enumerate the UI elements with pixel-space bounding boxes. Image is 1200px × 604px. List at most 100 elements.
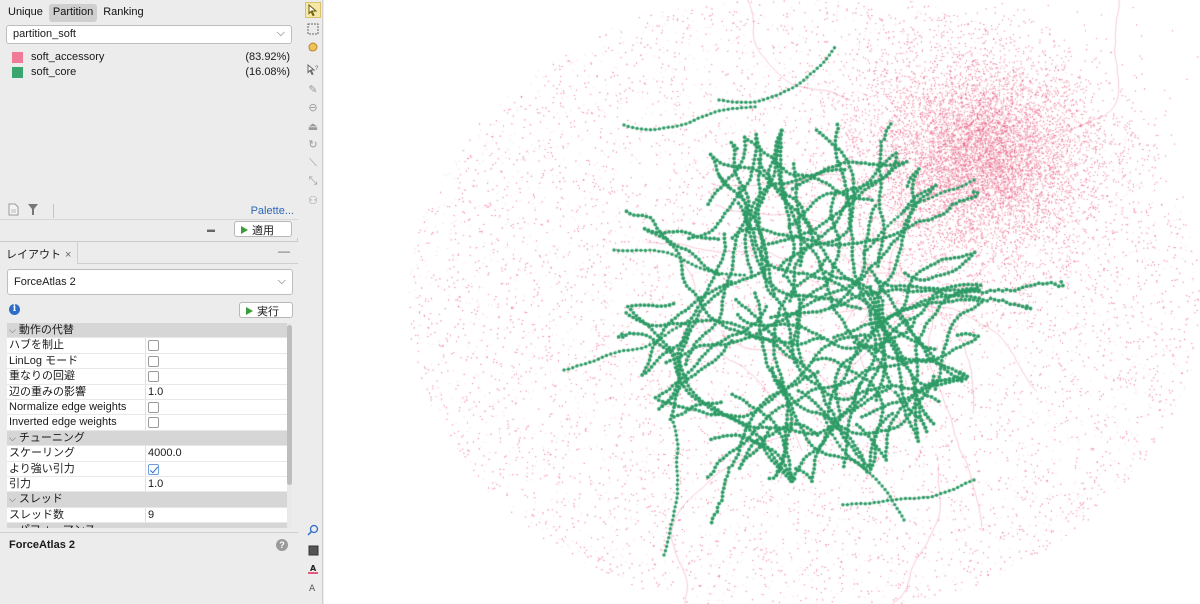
play-icon	[246, 306, 253, 315]
property-checkbox[interactable]	[148, 401, 159, 413]
play-icon	[241, 225, 248, 234]
appearance-tabs: Unique Partition Ranking	[4, 4, 148, 22]
graph-tools-toolbar: ? ✎ ⊖ ⏏ ↻ ⟍ ⤡ ⚇ A A	[303, 0, 323, 604]
graph-canvas-area[interactable]	[324, 0, 1200, 604]
apply-button-label: 適用	[252, 224, 274, 237]
legend-percent: (16.08%)	[245, 66, 290, 78]
edge-pencil-icon[interactable]: ⟍	[305, 155, 321, 171]
property-row: スケーリング 4000.0	[7, 446, 287, 462]
property-checkbox[interactable]	[148, 417, 159, 429]
zoom-fit-icon[interactable]	[305, 522, 321, 538]
property-value	[146, 462, 287, 476]
svg-text:A: A	[310, 564, 317, 573]
legend-item-soft-core[interactable]: soft_core (16.08%)	[6, 65, 292, 80]
close-icon[interactable]: ×	[65, 249, 71, 261]
description-title: ForceAtlas 2	[9, 539, 76, 551]
heat-map-icon[interactable]: ⚇	[305, 192, 321, 208]
color-swatch[interactable]	[12, 67, 23, 78]
partition-legend: soft_accessory (83.92%) soft_core (16.08…	[6, 50, 292, 80]
property-name: スケーリング	[7, 446, 146, 461]
appearance-panel: Unique Partition Ranking partition_soft …	[0, 0, 298, 238]
shortest-path-icon[interactable]: ⤡	[305, 173, 321, 189]
property-value-field[interactable]: 9	[146, 508, 287, 522]
property-name: 重なりの回避	[7, 369, 146, 384]
property-row: Normalize edge weights	[7, 399, 287, 416]
tab-layout[interactable]: レイアウト ×	[0, 242, 79, 264]
property-category[interactable]: ⌵ スレッド	[7, 492, 287, 508]
label-size-icon[interactable]: A	[305, 579, 321, 595]
tab-ranking[interactable]: Ranking	[99, 4, 147, 22]
property-name: Normalize edge weights	[7, 399, 146, 415]
chevron-down-icon: ⌵	[9, 494, 16, 505]
property-checkbox[interactable]	[148, 340, 159, 352]
chevron-down-icon: ⌵	[9, 525, 16, 528]
tab-unique[interactable]: Unique	[4, 4, 47, 22]
label-color-icon[interactable]: A	[305, 561, 321, 577]
palette-link[interactable]: Palette...	[251, 205, 294, 217]
legend-label: soft_core	[31, 66, 77, 78]
tab-partition[interactable]: Partition	[48, 4, 98, 22]
pencil-icon[interactable]: ✎	[305, 81, 321, 97]
property-row: Inverted edge weights	[7, 415, 287, 431]
chevron-down-icon: ⌵	[276, 27, 285, 39]
auto-apply-icon[interactable]: ▬	[207, 225, 215, 234]
property-category[interactable]: ⌵ 動作の代替	[7, 323, 287, 339]
property-value-field[interactable]: 1.0	[146, 477, 287, 491]
property-category-label: 動作の代替	[18, 324, 74, 336]
minimize-icon[interactable]: —	[278, 244, 290, 258]
appearance-bottom-tools	[8, 203, 54, 219]
property-row: 辺の重みの影響 1.0	[7, 384, 287, 400]
property-value	[146, 369, 287, 383]
legend-item-soft-accessory[interactable]: soft_accessory (83.92%)	[6, 50, 292, 65]
toolbar-divider	[53, 204, 54, 218]
property-row: 重なりの回避	[7, 369, 287, 385]
drag-hand-icon[interactable]	[305, 39, 321, 55]
chevron-down-icon: ⌵	[9, 432, 16, 443]
chevron-down-icon: ⌵	[9, 325, 16, 335]
partition-attribute-value: partition_soft	[13, 28, 76, 40]
document-icon[interactable]	[8, 203, 19, 219]
filter-icon[interactable]	[27, 203, 39, 219]
property-checkbox[interactable]	[148, 463, 159, 475]
run-button-label: 実行	[257, 305, 279, 318]
property-value	[146, 400, 287, 414]
svg-text:?: ?	[315, 66, 319, 72]
property-checkbox[interactable]	[148, 355, 159, 367]
layout-algorithm-select[interactable]: ForceAtlas 2 ⌵	[7, 269, 293, 295]
pointer-tool-icon[interactable]	[305, 2, 321, 18]
scrollbar-thumb[interactable]	[287, 325, 292, 485]
painter-icon[interactable]: ⊖	[305, 99, 321, 115]
select-neighbors-icon[interactable]: ?	[305, 62, 321, 78]
help-icon[interactable]: ?	[276, 539, 288, 551]
property-checkbox[interactable]	[148, 371, 159, 383]
color-swatch[interactable]	[12, 52, 23, 63]
layout-algorithm-value: ForceAtlas 2	[14, 276, 76, 288]
property-value-field[interactable]: 1.0	[146, 385, 287, 399]
property-name: 辺の重みの影響	[7, 384, 146, 399]
background-color-icon[interactable]	[305, 542, 321, 558]
properties-scrollbar[interactable]	[287, 323, 292, 528]
property-value	[146, 415, 287, 429]
svg-text:A: A	[309, 584, 316, 593]
partition-attribute-select[interactable]: partition_soft ⌵	[6, 25, 292, 44]
property-value-field[interactable]: 4000.0	[146, 446, 287, 460]
layout-tabbar: レイアウト × —	[0, 242, 298, 264]
property-name: Inverted edge weights	[7, 415, 146, 430]
apply-button[interactable]: 適用	[234, 221, 292, 237]
network-graph-canvas[interactable]	[324, 0, 1200, 604]
property-row: LinLog モード	[7, 353, 287, 370]
reset-icon[interactable]: ↻	[305, 136, 321, 152]
apply-row: ▬ 適用	[0, 219, 298, 238]
property-category-label: スレッド	[18, 493, 63, 506]
run-button[interactable]: 実行	[239, 302, 293, 318]
layout-tab-label: レイアウト	[6, 249, 61, 261]
property-name: ハブを制止	[7, 338, 146, 353]
info-icon[interactable]: i	[9, 304, 20, 315]
property-category[interactable]: ⌵ チューニング	[7, 430, 287, 447]
chevron-down-icon: ⌵	[277, 275, 286, 287]
property-row: ハブを制止	[7, 338, 287, 354]
property-category[interactable]: ⌵パフォーマンス	[7, 523, 287, 528]
property-name: LinLog モード	[7, 353, 146, 369]
eraser-icon[interactable]: ⏏	[305, 118, 321, 134]
rectangle-select-icon[interactable]	[305, 21, 321, 37]
